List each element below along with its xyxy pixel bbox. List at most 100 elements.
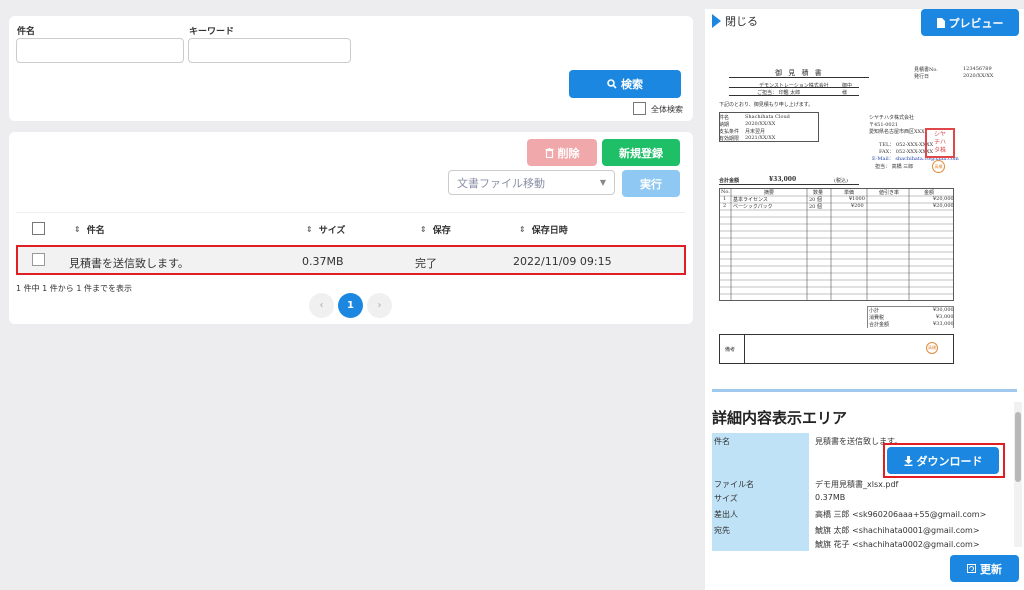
doc-subtotal-label: 小計	[869, 308, 880, 314]
doc-postal: 〒451-0021	[869, 122, 898, 128]
pagination-summary: 1 件中 1 件から 1 件までを表示	[16, 284, 132, 293]
doc-intro: 下記のとおり、御見積もり申し上げます。	[719, 102, 814, 108]
doc-item-price: ¥1000	[849, 196, 865, 202]
caret-right-icon	[712, 14, 721, 28]
delete-button-label: 削除	[557, 146, 580, 160]
move-file-select[interactable]: 文書ファイル移動 ▼	[448, 170, 615, 195]
column-header-status-label: 保存	[432, 226, 451, 236]
search-button-label: 検索	[621, 78, 643, 91]
doc-total-value: ¥33,000	[769, 176, 797, 183]
detail-value: 0.37MB	[815, 493, 846, 502]
run-button-label: 実行	[640, 177, 662, 191]
all-search-label: 全体検索	[651, 105, 683, 114]
sort-icon: ⇕	[306, 225, 313, 234]
column-header-saved-at-label: 保存日時	[531, 226, 568, 236]
doc-col-header: 値引き率	[879, 190, 900, 196]
new-register-button-label: 新規登録	[619, 146, 663, 160]
doc-company: シヤチハタ株式会社	[869, 115, 915, 121]
pagination-next[interactable]: ›	[367, 293, 392, 318]
document-preview: 御 見 積 書 見積書No. 123456789 発行日 2020/XX/XX …	[719, 54, 1019, 374]
keyword-input[interactable]	[188, 38, 351, 63]
details-scrollbar[interactable]	[1014, 402, 1022, 547]
doc-date-label: 発行日	[914, 74, 930, 80]
doc-col-header: 摘要	[764, 190, 775, 196]
section-divider	[712, 389, 1017, 392]
all-search-checkbox[interactable]	[633, 102, 646, 115]
detail-row-sender: 差出人 高橋 三郎 <sk960206aaa+55@gmail.com>	[712, 506, 1010, 522]
column-header-subject[interactable]: ⇕ 件名	[74, 223, 105, 236]
refresh-icon	[967, 564, 976, 573]
file-list-card: 削除 新規登録 文書ファイル移動 ▼ 実行 ⇕ 件名 ⇕ サイズ ⇕ 保存 ⇕ 保存日時…	[9, 132, 693, 324]
doc-remarks-box	[719, 334, 954, 364]
detail-row-size: サイズ 0.37MB	[712, 490, 1010, 506]
page-number: 1	[347, 300, 354, 311]
select-all-checkbox[interactable]	[32, 222, 45, 235]
move-file-select-value: 文書ファイル移動	[457, 176, 545, 190]
column-header-size-label: サイズ	[318, 226, 346, 236]
table-header	[16, 212, 685, 247]
chevron-down-icon: ▼	[599, 178, 606, 187]
doc-item-name: ベーシックパック	[733, 204, 773, 210]
doc-grand-value: ¥33,000	[933, 321, 954, 327]
update-button[interactable]: 更新	[950, 555, 1019, 582]
detail-key: 件名	[712, 433, 809, 480]
doc-item-amount: ¥20,000	[933, 196, 954, 202]
person-stamp-image: 高橋	[932, 160, 945, 173]
detail-value: 鯱旗 太郎 <shachihata0001@gmail.com> 鯱旗 花子 <…	[809, 522, 986, 551]
column-header-size[interactable]: ⇕ サイズ	[306, 223, 345, 236]
trash-icon	[545, 147, 553, 158]
search-button[interactable]: 検索	[569, 70, 681, 98]
detail-key: 差出人	[712, 506, 809, 522]
preview-button[interactable]: プレビュー	[921, 9, 1019, 36]
doc-item-no: 2	[723, 203, 727, 209]
detail-row-to: 宛先 鯱旗 太郎 <shachihata0001@gmail.com> 鯱旗 花…	[712, 522, 1010, 551]
pagination-page-1[interactable]: 1	[338, 293, 363, 318]
download-highlight-outline	[883, 443, 1005, 478]
column-header-status[interactable]: ⇕ 保存	[420, 223, 451, 236]
doc-total-label: 合計金額	[719, 178, 740, 184]
details-title: 詳細内容表示エリア	[712, 409, 848, 427]
sort-icon: ⇕	[519, 225, 526, 234]
doc-col-header: No.	[721, 189, 730, 195]
update-button-label: 更新	[980, 562, 1002, 576]
detail-panel: 閉じる プレビュー 御 見 積 書 見積書No. 123456789 発行日 2…	[705, 9, 1024, 590]
column-header-saved-at[interactable]: ⇕ 保存日時	[519, 223, 568, 236]
detail-key: 宛先	[712, 522, 809, 551]
close-panel-button[interactable]: 閉じる	[712, 13, 758, 29]
doc-item-name: 基本ライセンス	[733, 197, 768, 203]
doc-no-value: 123456789	[963, 66, 992, 72]
close-panel-label: 閉じる	[725, 15, 758, 28]
chevron-left-icon: ‹	[319, 300, 324, 311]
doc-no-label: 見積書No.	[914, 67, 938, 73]
row-highlight-outline	[16, 245, 686, 275]
run-button[interactable]: 実行	[622, 170, 680, 197]
delete-button[interactable]: 削除	[527, 139, 597, 166]
doc-tax-note: (税込)	[834, 178, 848, 184]
sort-icon: ⇕	[74, 225, 81, 234]
doc-date-value: 2020/XX/XX	[963, 73, 994, 79]
doc-item-qty: 20 個	[809, 197, 822, 203]
keyword-label: キーワード	[189, 27, 235, 37]
new-register-button[interactable]: 新規登録	[602, 139, 680, 166]
sort-icon: ⇕	[420, 225, 427, 234]
doc-col-header: 単価	[844, 190, 855, 196]
doc-col-header: 数量	[813, 190, 824, 196]
doc-col-header: 金額	[924, 190, 935, 196]
file-icon	[936, 17, 945, 28]
doc-address: 愛知県名古屋市西区XXX	[869, 129, 925, 135]
recipient-1: 鯱旗 太郎 <shachihata0001@gmail.com>	[815, 526, 980, 535]
search-card: 件名 キーワード 検索 全体検索	[9, 16, 693, 121]
column-header-subject-label: 件名	[86, 226, 105, 236]
details-scrollbar-thumb[interactable]	[1015, 412, 1021, 482]
doc-subtotal-value: ¥30,000	[933, 307, 954, 313]
doc-tax-label: 消費税	[869, 315, 885, 321]
doc-item-no: 1	[723, 196, 727, 202]
subject-label: 件名	[17, 27, 36, 37]
chevron-right-icon: ›	[377, 300, 382, 311]
pagination-prev[interactable]: ‹	[309, 293, 334, 318]
subject-input[interactable]	[16, 38, 184, 63]
remarks-stamp-image: 高橋	[926, 342, 938, 354]
doc-item-amount: ¥20,000	[933, 203, 954, 209]
doc-person: 担当： 高橋 三郎	[875, 164, 914, 170]
recipient-2: 鯱旗 花子 <shachihata0002@gmail.com>	[815, 540, 980, 549]
